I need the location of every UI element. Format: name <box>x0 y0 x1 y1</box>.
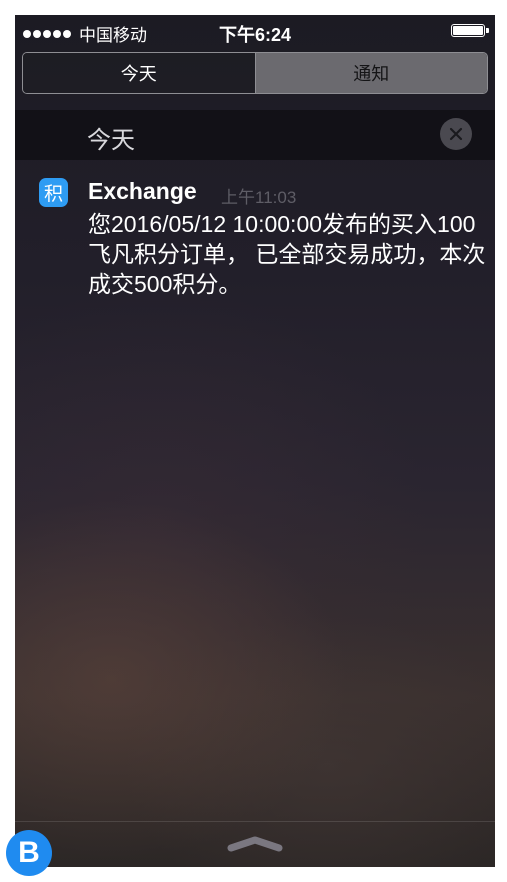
notification-time: 上午11:03 <box>221 188 297 207</box>
notification-body: 您2016/05/12 10:00:00发布的买入100飞凡积分订单， 已全部交… <box>88 211 486 297</box>
tab-today[interactable]: 今天 <box>23 53 255 93</box>
status-bar: 中国移动 下午6:24 <box>15 15 495 47</box>
segmented-control: 今天 通知 <box>22 52 488 94</box>
exchange-app-icon: 积 <box>39 178 68 207</box>
clear-section-button[interactable] <box>440 118 472 150</box>
section-header: 今天 <box>15 110 495 160</box>
status-time: 下午6:24 <box>218 25 292 45</box>
grabber-handle-icon[interactable] <box>227 835 283 858</box>
notification-center: 中国移动 下午6:24 今天 通知 今天 积 Exchange 上午11:03 … <box>15 15 495 867</box>
tab-notifications[interactable]: 通知 <box>254 53 487 93</box>
bottom-divider <box>15 821 495 822</box>
section-title: 今天 <box>87 127 135 154</box>
corner-badge: B <box>6 830 52 876</box>
notification-app-name: Exchange <box>88 178 197 204</box>
close-icon <box>449 127 463 141</box>
battery-icon <box>451 24 489 37</box>
